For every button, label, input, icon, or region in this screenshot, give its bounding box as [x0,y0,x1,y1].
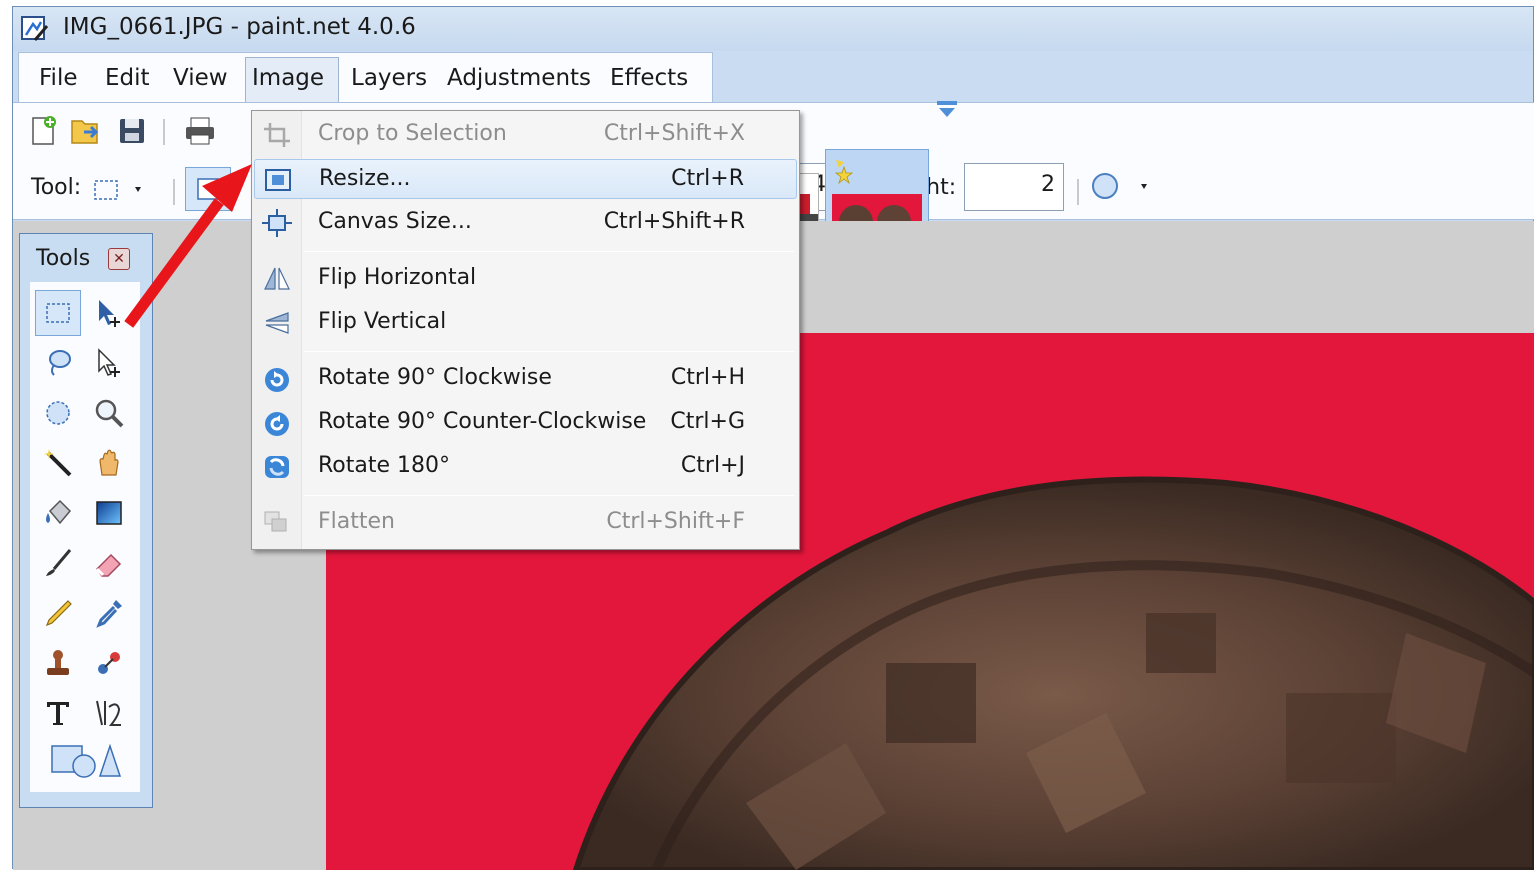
menu-item-canvas-size[interactable]: Canvas Size... Ctrl+Shift+R [254,203,797,243]
menu-separator [304,251,794,252]
menu-item-rotate-180[interactable]: Rotate 180° Ctrl+J [254,447,797,487]
menu-item-flip-horizontal[interactable]: Flip Horizontal [254,259,797,299]
ellipse-select-icon[interactable] [35,390,81,436]
menu-item-shortcut: Ctrl+G [670,409,745,434]
rectangle-select-icon[interactable] [35,290,81,336]
menu-file[interactable]: File [39,65,78,91]
paintbrush-icon[interactable] [35,540,81,586]
lasso-select-icon[interactable] [35,340,81,386]
menu-item-label: Flatten [318,509,395,534]
move-selection-icon[interactable] [86,340,132,386]
flatten-icon [262,509,292,537]
new-image-icon[interactable] [29,115,59,153]
paint-net-app-icon[interactable] [21,16,49,42]
eraser-icon[interactable] [86,540,132,586]
image-menu-dropdown: Crop to Selection Ctrl+Shift+X Resize...… [251,110,800,550]
menu-item-label: Canvas Size... [318,209,472,234]
menu-layers[interactable]: Layers [351,65,427,91]
tools-palette [30,282,140,792]
menu-item-label: Flip Vertical [318,309,447,334]
rotate-ccw-icon [262,409,292,437]
zoom-icon[interactable] [86,390,132,436]
text-icon[interactable] [35,690,81,736]
menu-item-label: Rotate 180° [318,453,451,478]
menu-item-rotate-cw[interactable]: Rotate 90° Clockwise Ctrl+H [254,359,797,399]
menu-item-label: Flip Horizontal [318,265,477,290]
menu-adjustments[interactable]: Adjustments [447,65,591,91]
menu-item-label: Rotate 90° Clockwise [318,365,552,390]
rotate-180-icon [262,453,292,481]
pan-icon[interactable] [86,440,132,486]
crop-icon [262,121,292,149]
menu-separator [304,351,794,352]
rotate-cw-icon [262,365,292,393]
title-bar: IMG_0661.JPG - paint.net 4.0.6 [13,7,1533,51]
menu-item-shortcut: Ctrl+Shift+X [603,121,745,146]
menu-item-shortcut: Ctrl+Shift+F [606,509,745,534]
menu-item-flip-vertical[interactable]: Flip Vertical [254,303,797,343]
tools-window-title: Tools [36,246,91,271]
menu-item-label: Crop to Selection [318,121,507,146]
menu-item-resize[interactable]: Resize... Ctrl+R [254,159,797,199]
menu-item-label: Rotate 90° Counter-Clockwise [318,409,647,434]
menu-view[interactable]: View [173,65,228,91]
line-curve-icon[interactable] [86,690,132,736]
menu-separator [304,495,794,496]
gradient-icon[interactable] [86,490,132,536]
tool-label: Tool: [31,175,82,200]
star-icon [834,165,854,190]
menu-item-rotate-ccw[interactable]: Rotate 90° Counter-Clockwise Ctrl+G [254,403,797,443]
shapes-icon[interactable] [48,737,124,783]
menu-item-shortcut: Ctrl+Shift+R [603,209,745,234]
menu-item-shortcut: Ctrl+R [671,166,744,191]
open-file-icon[interactable] [69,115,103,153]
magic-wand-icon[interactable] [35,440,81,486]
menu-effects[interactable]: Effects [610,65,688,91]
menu-image[interactable]: Image [252,65,324,91]
height-field[interactable]: 2 [964,163,1064,211]
image-list-dropdown-icon[interactable] [935,99,959,127]
print-icon[interactable] [183,115,217,153]
menu-item-crop-to-selection[interactable]: Crop to Selection Ctrl+Shift+X [254,115,797,155]
pencil-icon[interactable] [35,590,81,636]
recolor-icon[interactable] [86,640,132,686]
color-picker-icon[interactable] [86,590,132,636]
antialiasing-selector[interactable] [1089,169,1153,209]
menu-item-shortcut: Ctrl+J [680,453,745,478]
paint-bucket-icon[interactable] [35,490,81,536]
menu-item-shortcut: Ctrl+H [670,365,745,390]
save-icon[interactable] [117,115,147,153]
menu-item-flatten[interactable]: Flatten Ctrl+Shift+F [254,503,797,543]
menu-bar: File Edit View Image Layers Adjustments … [18,52,713,103]
paint-net-window: IMG_0661.JPG - paint.net 4.0.6 File Edit… [12,6,1534,870]
window-title: IMG_0661.JPG - paint.net 4.0.6 [63,14,416,40]
clone-stamp-icon[interactable] [35,640,81,686]
toolbar-separator [1077,179,1079,205]
toolbar-separator [163,119,165,145]
menu-item-label: Resize... [319,166,411,191]
annotation-arrow-icon [124,164,252,328]
menu-edit[interactable]: Edit [105,65,150,91]
